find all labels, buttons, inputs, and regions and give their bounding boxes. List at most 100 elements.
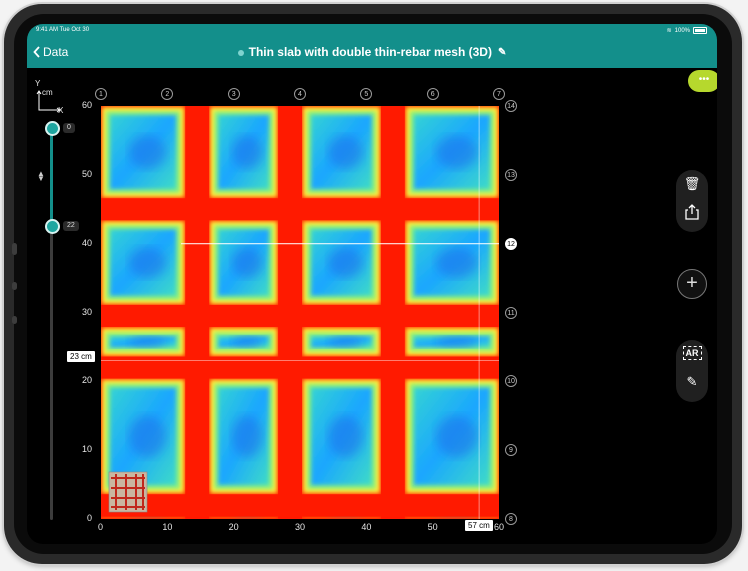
more-button[interactable]: ••• — [688, 70, 717, 92]
date-text: Tue Oct 30 — [59, 27, 90, 33]
x-tick-label: 50 — [427, 522, 438, 532]
y-axis-label: Y — [35, 79, 41, 88]
battery-icon — [693, 27, 707, 34]
line-chip-right[interactable]: 9 — [505, 444, 517, 457]
y-tick-label: 40 — [82, 237, 93, 248]
line-chip-right[interactable]: 12 — [505, 237, 517, 250]
y-tick-label: 10 — [82, 444, 93, 455]
cell-hotspot — [231, 247, 263, 278]
heatmap-cell — [405, 379, 498, 494]
cell-hotspot — [435, 415, 478, 458]
x-tick-label: 0 — [98, 522, 104, 532]
line-chip-top[interactable]: 7 — [493, 88, 505, 100]
heatmap-cell — [102, 327, 185, 356]
cell-hotspot — [128, 336, 166, 348]
app-screen: 9:41 AM Tue Oct 30 ≋ 100% Data Thin slab… — [27, 24, 717, 544]
cell-hotspot — [128, 247, 166, 278]
minimap-rebar — [111, 497, 145, 499]
share-icon[interactable] — [676, 204, 708, 223]
unit-label: cm — [42, 88, 53, 97]
updown-arrows-icon[interactable]: ▲ ▼ — [37, 170, 45, 183]
battery-percent: 100% — [674, 27, 690, 34]
minimap-rebar — [135, 474, 137, 510]
heatmap-cell — [210, 107, 278, 198]
depth-slider-top-knob[interactable] — [45, 121, 60, 136]
delete-icon[interactable]: 🗑 — [676, 176, 708, 192]
share-glyph — [685, 204, 699, 220]
ar-label: AR — [682, 346, 702, 360]
minimap-rebar — [115, 474, 117, 510]
rebar-horizontal — [101, 198, 499, 221]
ar-button[interactable]: AR — [676, 346, 708, 360]
minimap-rebar — [142, 474, 144, 510]
radar-heatmap[interactable] — [101, 106, 499, 519]
cell-hotspot — [128, 516, 166, 519]
cell-hotspot — [231, 336, 263, 348]
line-chip-top[interactable]: 1 — [95, 88, 107, 100]
heatmap-cell — [102, 221, 185, 304]
depth-bottom-value: 22 — [63, 221, 79, 231]
heatmap-cell — [210, 327, 278, 356]
hardware-button — [12, 282, 17, 290]
add-glyph: + — [686, 272, 698, 294]
cursor-y-readout: 23 cm — [67, 351, 95, 362]
x-tick-label: 10 — [162, 522, 173, 532]
add-button[interactable]: + — [677, 269, 707, 299]
y-tick-label: 50 — [82, 168, 93, 179]
page-title: Thin slab with double thin-rebar mesh (3… — [248, 45, 492, 59]
minimap-rebar — [111, 487, 145, 489]
line-chip-right[interactable]: 14 — [505, 100, 517, 112]
heatmap-cell — [405, 221, 498, 304]
y-tick-label: 20 — [82, 375, 93, 386]
line-chip-right[interactable]: 8 — [505, 513, 517, 525]
minimap-rebar — [111, 506, 145, 508]
minimap-rebar — [125, 474, 127, 510]
heatmap-cell — [302, 327, 380, 356]
rebar-horizontal — [101, 356, 499, 379]
line-chip-top[interactable]: 4 — [294, 88, 306, 100]
delete-glyph: 🗑 — [683, 176, 701, 191]
status-dot-icon — [237, 49, 244, 56]
line-chip-right[interactable]: 11 — [505, 306, 517, 319]
cell-hotspot — [328, 135, 363, 169]
heatmap-cell — [210, 221, 278, 304]
ar-panel: AR ✎ — [676, 340, 708, 402]
cell-hotspot — [328, 336, 363, 348]
wifi-icon: ≋ — [666, 28, 672, 34]
heatmap-cell — [405, 327, 498, 356]
line-chip-top[interactable]: 3 — [227, 88, 240, 100]
y-tick-label: 0 — [87, 513, 93, 523]
annotate-icon[interactable]: ✎ — [676, 374, 708, 390]
more-label: ••• — [698, 74, 710, 85]
line-chip-top[interactable]: 2 — [161, 88, 174, 100]
heatmap-cell — [302, 107, 380, 198]
line-chip-top[interactable]: 5 — [360, 88, 373, 100]
line-chip-right[interactable]: 10 — [505, 375, 517, 388]
cell-hotspot — [231, 135, 263, 169]
line-chip-right[interactable]: 13 — [505, 168, 517, 181]
x-tick-label: 20 — [228, 522, 239, 532]
depth-slider-bottom-knob[interactable] — [45, 219, 60, 234]
hardware-button — [12, 243, 17, 255]
nav-title[interactable]: Thin slab with double thin-rebar mesh (3… — [27, 45, 717, 59]
x-tick-label: 60 — [494, 522, 505, 532]
cell-hotspot — [328, 247, 363, 278]
line-chip-top[interactable]: 6 — [426, 88, 439, 100]
status-right: ≋ 100% — [667, 27, 707, 34]
time-text: 9:41 AM — [36, 27, 59, 33]
cell-hotspot — [128, 415, 166, 458]
heatmap-cell — [210, 379, 278, 494]
x-axis-label: X — [58, 106, 64, 115]
nav-bar: Data Thin slab with double thin-rebar me… — [27, 38, 717, 68]
status-bar: 9:41 AM Tue Oct 30 ≋ 100% — [27, 24, 717, 38]
cell-hotspot — [435, 135, 478, 169]
hardware-button — [12, 316, 17, 324]
depth-slider-range — [50, 128, 53, 226]
x-tick-label: 30 — [295, 522, 306, 532]
heatmap-cell — [302, 379, 380, 494]
edit-pencil-icon[interactable]: ✎ — [498, 47, 506, 58]
rebar-horizontal — [101, 304, 499, 327]
minimap-thumbnail[interactable] — [108, 471, 148, 513]
status-time: 9:41 AM Tue Oct 30 — [36, 27, 89, 33]
depth-top-value: 0 — [63, 123, 75, 133]
